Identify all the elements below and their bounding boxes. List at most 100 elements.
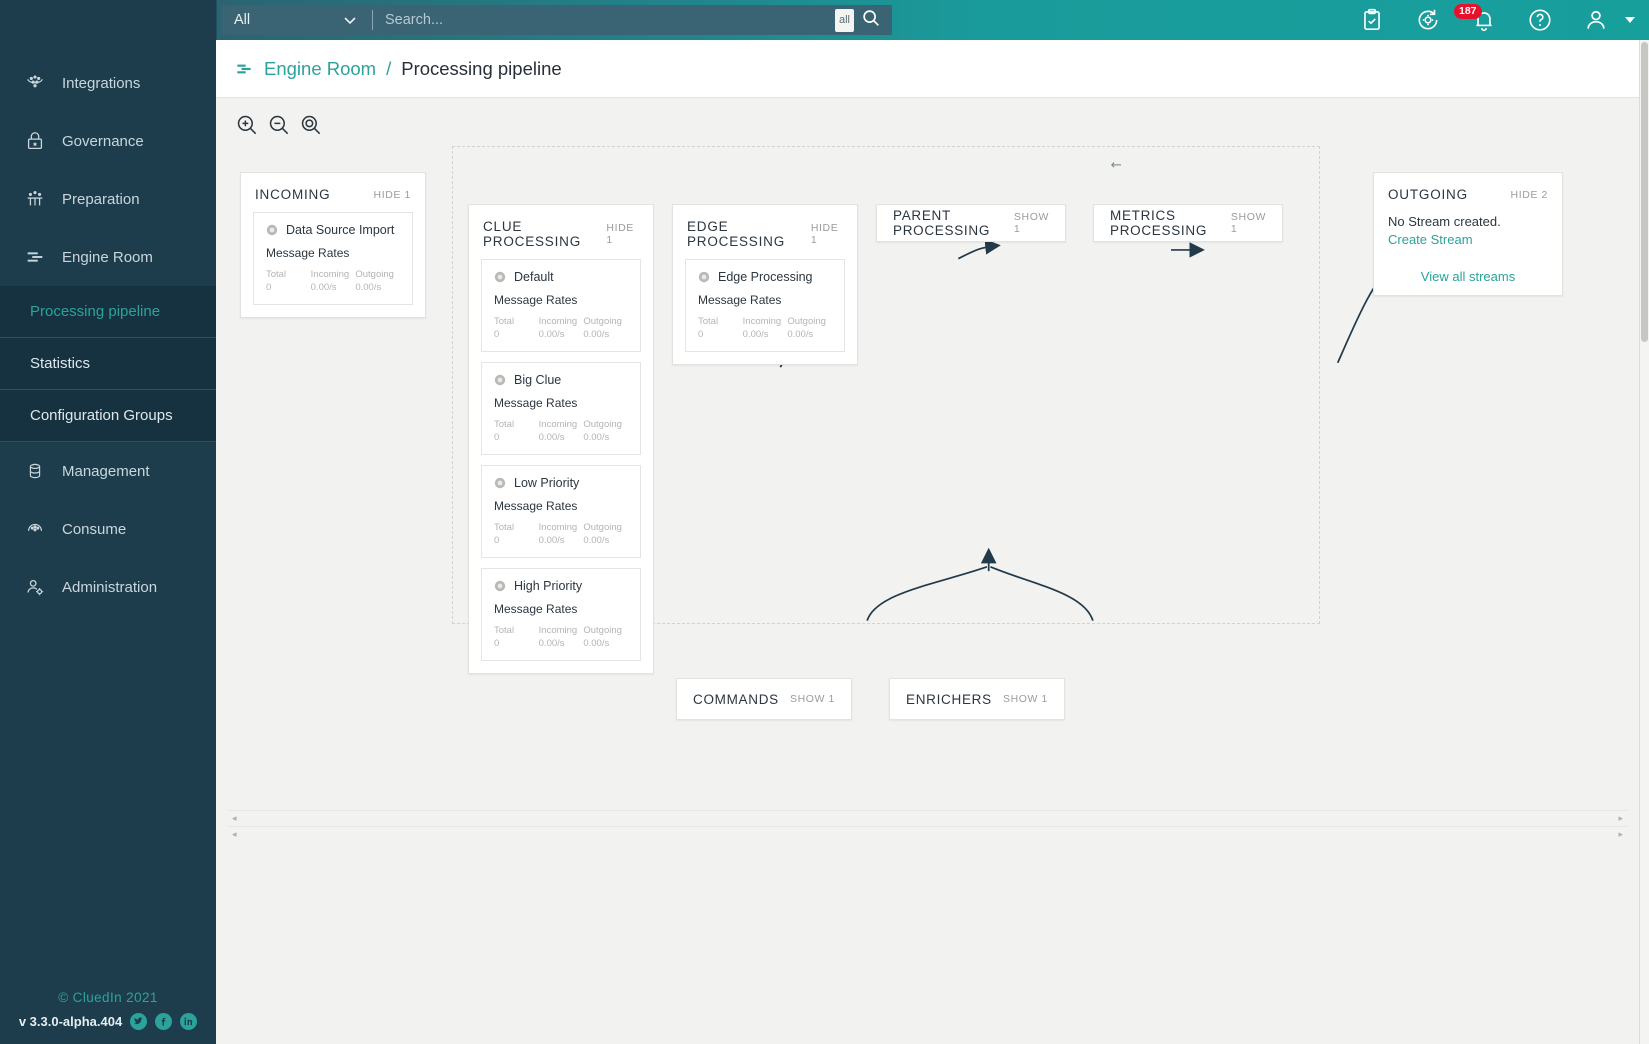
stream-item[interactable]: High Priority Message Rates Total 0 Inco… [481, 568, 641, 661]
sidebar-item-administration[interactable]: Administration [0, 558, 216, 616]
stream-status-icon [494, 580, 506, 592]
user-cog-icon [24, 576, 46, 598]
node-title: COMMANDS [693, 691, 779, 707]
notifications-bell-icon[interactable]: 187 [1454, 4, 1497, 33]
scroll-left-arrow[interactable]: ◂ [228, 813, 241, 824]
sidebar-item-consume[interactable]: Consume [0, 500, 216, 558]
search-scope-dropdown[interactable]: All [222, 12, 372, 28]
user-account-icon[interactable] [1583, 7, 1609, 33]
create-stream-link[interactable]: Create Stream [1374, 232, 1562, 247]
sidebar-item-integrations[interactable]: Integrations [0, 54, 216, 112]
horizontal-scrollbar-outer[interactable]: ◂ ▸ [228, 810, 1627, 826]
sidebar-item-governance[interactable]: Governance [0, 112, 216, 170]
search-all-chip[interactable]: all [835, 8, 854, 32]
sidebar-item-statistics[interactable]: Statistics [0, 338, 216, 390]
sidebar-item-label: Management [62, 462, 150, 480]
sidebar-item-engine-room[interactable]: Engine Room [0, 228, 216, 286]
view-all-streams-link[interactable]: View all streams [1374, 247, 1562, 296]
message-rates-label: Message Rates [494, 602, 578, 616]
zoom-reset-button[interactable] [298, 112, 324, 138]
node-toggle-button[interactable]: SHOW 1 [1003, 693, 1048, 705]
stream-status-icon [698, 271, 710, 283]
sync-settings-icon[interactable] [1415, 7, 1441, 33]
sidebar-item-label: Preparation [62, 190, 140, 208]
stream-item[interactable]: Edge Processing Message Rates Total 0 In… [685, 259, 845, 352]
sidebar-nav: Integrations Governance Preparation Engi… [0, 40, 216, 616]
rate-incoming: Incoming 0.00/s [742, 316, 782, 340]
facebook-icon[interactable] [155, 1013, 173, 1030]
node-parent-processing[interactable]: PARENT PROCESSING SHOW 1 [876, 204, 1066, 242]
scroll-right-arrow[interactable]: ▸ [1614, 829, 1627, 840]
card-outgoing[interactable]: OUTGOING HIDE 2 No Stream created. Creat… [1373, 172, 1563, 296]
message-rates-label: Message Rates [698, 293, 782, 307]
scroll-right-arrow[interactable]: ▸ [1614, 813, 1627, 824]
node-commands[interactable]: COMMANDS SHOW 1 [676, 678, 852, 720]
rate-total: Total 0 [494, 522, 515, 546]
user-menu-caret-icon[interactable] [1625, 17, 1635, 23]
node-metrics-processing[interactable]: METRICS PROCESSING SHOW 1 [1093, 204, 1283, 242]
sidebar-item-processing-pipeline[interactable]: Processing pipeline [0, 286, 216, 338]
card-title: OUTGOING [1388, 187, 1468, 202]
rate-outgoing: Outgoing 0.00/s [355, 269, 394, 293]
stream-item[interactable]: Data Source Import Message Rates Total 0… [253, 212, 413, 305]
node-toggle-button[interactable]: SHOW 1 [790, 693, 835, 705]
twitter-icon[interactable] [130, 1013, 148, 1030]
lock-shield-icon [24, 130, 46, 152]
card-body: Data Source Import Message Rates Total 0… [241, 212, 425, 317]
chevron-down-icon [342, 12, 358, 28]
rate-incoming: Incoming 0.00/s [538, 316, 578, 340]
vertical-scrollbar[interactable] [1639, 40, 1649, 1044]
horizontal-scrollbar-inner[interactable]: ◂ ▸ [228, 826, 1627, 842]
node-title: ENRICHERS [906, 691, 992, 707]
sidebar-item-label: Engine Room [62, 248, 153, 266]
sidebar: cluedin Integrations [0, 0, 216, 1044]
integrations-icon [24, 72, 46, 94]
rate-total: Total 0 [494, 625, 515, 649]
clipboard-check-icon[interactable] [1359, 7, 1385, 33]
linkedin-icon[interactable] [180, 1013, 198, 1030]
breadcrumb-parent[interactable]: Engine Room [264, 58, 376, 80]
search-bar[interactable]: All all [222, 5, 892, 35]
pipeline-canvas[interactable]: INCOMING HIDE 1 Data Source Import Messa… [216, 98, 1639, 1044]
stream-name-row: Data Source Import [266, 223, 400, 237]
stream-item[interactable]: Default Message Rates Total 0 Incoming 0… [481, 259, 641, 352]
card-title: INCOMING [255, 187, 331, 202]
zoom-out-button[interactable] [266, 112, 292, 138]
card-toggle-button[interactable]: HIDE 1 [374, 189, 411, 201]
search-icon[interactable] [860, 7, 886, 33]
zoom-in-button[interactable] [234, 112, 260, 138]
card-toggle-button[interactable]: HIDE 2 [1511, 189, 1548, 201]
sidebar-item-label: Administration [62, 578, 158, 596]
stream-item[interactable]: Low Priority Message Rates Total 0 Incom… [481, 465, 641, 558]
rate-outgoing: Outgoing 0.00/s [583, 625, 622, 649]
search-scope-value: All [234, 12, 251, 28]
scroll-left-arrow[interactable]: ◂ [228, 829, 241, 840]
subnav-label: Statistics [30, 355, 91, 372]
card-incoming[interactable]: INCOMING HIDE 1 Data Source Import Messa… [240, 172, 426, 318]
version-line: v 3.3.0-alpha.404 [0, 1013, 216, 1030]
sidebar-item-management[interactable]: Management [0, 442, 216, 500]
card-edge-processing[interactable]: EDGE PROCESSING HIDE 1 Edge Processing M… [672, 204, 858, 365]
node-enrichers[interactable]: ENRICHERS SHOW 1 [889, 678, 1065, 720]
outgoing-empty-text: No Stream created. [1388, 214, 1501, 229]
node-toggle-button[interactable]: SHOW 1 [1231, 211, 1266, 235]
stream-item[interactable]: Big Clue Message Rates Total 0 Incoming … [481, 362, 641, 455]
search-input[interactable] [373, 12, 835, 28]
card-clue-processing[interactable]: CLUE PROCESSING HIDE 1 Default Message R… [468, 204, 654, 674]
help-circle-icon[interactable] [1527, 7, 1553, 33]
sidebar-footer: © CluedIn 2021 v 3.3.0-alpha.404 [0, 990, 216, 1044]
sidebar-item-label: Consume [62, 520, 127, 538]
rate-total: Total 0 [698, 316, 719, 340]
card-toggle-button[interactable]: HIDE 1 [811, 222, 843, 246]
card-toggle-button[interactable]: HIDE 1 [606, 222, 639, 246]
sidebar-item-label: Governance [62, 132, 144, 150]
database-icon [24, 460, 46, 482]
sidebar-item-configuration-groups[interactable]: Configuration Groups [0, 390, 216, 442]
node-toggle-button[interactable]: SHOW 1 [1014, 211, 1049, 235]
vertical-scrollbar-thumb[interactable] [1641, 42, 1648, 342]
sidebar-item-label: Integrations [62, 74, 141, 92]
top-bar-icons: 187 [1359, 4, 1649, 33]
collapse-arrow-icon[interactable] [1111, 156, 1125, 168]
sidebar-item-preparation[interactable]: Preparation [0, 170, 216, 228]
copyright-text: © CluedIn 2021 [58, 990, 158, 1005]
